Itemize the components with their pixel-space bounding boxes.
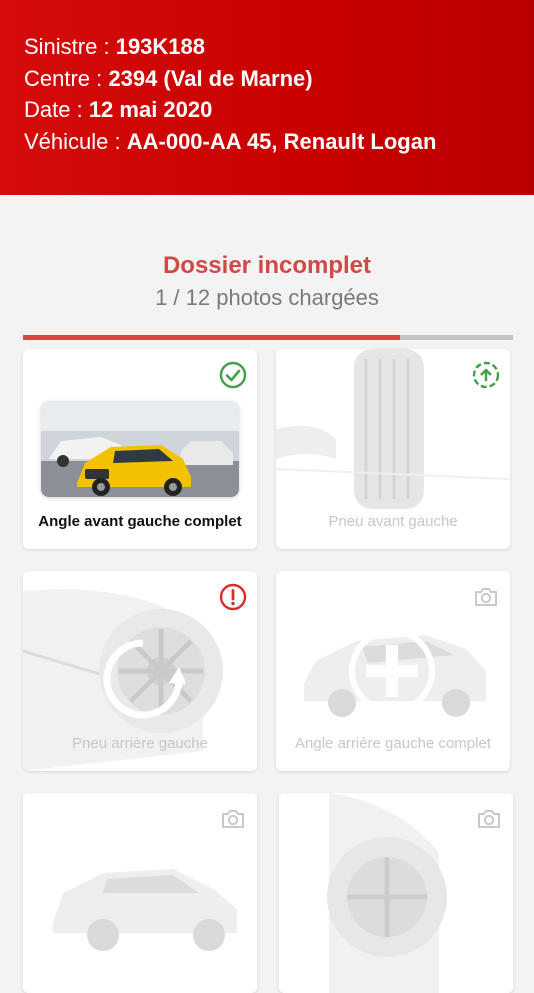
photo-count: 1 / 12 photos chargées: [155, 285, 379, 310]
sinistre-value: 193K188: [115, 34, 206, 59]
status-title: Dossier incomplet: [162, 252, 372, 279]
sinistre-line: Sinistre : 193K188: [24, 31, 534, 63]
photo-card-pneu-arriere-gauche[interactable]: Pneu arrière gauche: [23, 571, 257, 771]
photo-card-angle-avant-gauche[interactable]: Angle avant gauche complet: [23, 349, 257, 549]
add-photo-plus-icon[interactable]: [348, 627, 436, 715]
check-circle-icon: [219, 361, 247, 389]
photo-label: Angle arrière gauche complet: [295, 735, 491, 752]
dossier-status: Dossier incomplet 1 / 12 photos chargées: [0, 251, 534, 313]
photo-card-pneu-avant-gauche[interactable]: Pneu avant gauche: [276, 349, 510, 549]
date-line: Date : 12 mai 2020: [24, 94, 534, 126]
photo-label: Pneu arrière gauche: [72, 735, 208, 752]
alert-circle-icon: [219, 583, 247, 611]
car-photo-image: [41, 401, 239, 497]
upload-circle-icon: [472, 361, 500, 389]
date-label: Date :: [24, 97, 89, 122]
vehicule-line: Véhicule : AA-000-AA 45, Renault Logan: [24, 126, 534, 158]
camera-icon: [222, 810, 244, 828]
sinistre-label: Sinistre :: [24, 34, 116, 59]
centre-line: Centre : 2394 (Val de Marne): [24, 63, 534, 95]
photo-card-angle-arriere-gauche[interactable]: Angle arrière gauche complet: [276, 571, 510, 771]
progress-fill: [23, 335, 401, 340]
upload-progress-bar: [23, 335, 513, 340]
photo-label: Angle avant gauche complet: [38, 513, 242, 530]
photo-card-5[interactable]: [23, 793, 257, 993]
camera-icon: [475, 588, 497, 606]
camera-icon: [478, 810, 500, 828]
photo-card-6[interactable]: [279, 793, 513, 993]
date-value: 12 mai 2020: [88, 97, 213, 122]
vehicule-value: AA-000-AA 45, Renault Logan: [126, 128, 437, 154]
photo-label: Pneu avant gauche: [328, 513, 458, 530]
car-photo-thumbnail[interactable]: [41, 401, 239, 497]
vehicule-label: Véhicule :: [24, 128, 127, 154]
retake-rotate-icon[interactable]: [101, 637, 185, 721]
centre-label: Centre :: [24, 65, 109, 91]
header: Sinistre : 193K188 Centre : 2394 (Val de…: [0, 0, 534, 195]
centre-value: 2394 (Val de Marne): [108, 65, 313, 91]
